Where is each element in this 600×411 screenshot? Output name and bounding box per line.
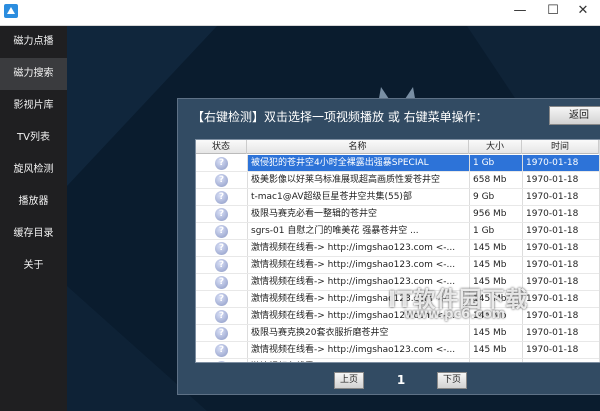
time-cell: 1970-01-18 bbox=[522, 308, 599, 324]
sidebar-item-movie-library[interactable]: 影视片库 bbox=[0, 90, 67, 122]
watermark-url: www.pc6.com bbox=[404, 307, 506, 322]
size-cell: 9 Gb bbox=[469, 189, 522, 205]
column-header-time[interactable]: 时间 bbox=[522, 140, 599, 154]
time-cell: 1970-01-18 bbox=[522, 325, 599, 341]
status-cell: ? bbox=[196, 342, 247, 358]
results-panel: 【右键检测】双击选择一项视频播放 或 右键菜单操作： 返回 状态 名称 大小 时… bbox=[177, 98, 600, 395]
column-header-status[interactable]: 状态 bbox=[196, 140, 247, 154]
title-bar: — ☐ ✕ bbox=[0, 0, 600, 26]
table-row[interactable]: ? 激情视频在线看-> http://imgshao123.com <-...14… bbox=[196, 342, 599, 359]
name-cell: 激情视频在线看-> http://imgshao123.com <-... bbox=[247, 240, 469, 256]
table-row[interactable]: ? 极美影像以好莱乌标准展现超高画质性爱苍井空 658 Mb 1970-01-18 bbox=[196, 172, 599, 189]
table-row[interactable]: ? 极限马赛克必看一整辑的苍井空 956 Mb 1970-01-18 bbox=[196, 206, 599, 223]
table-row[interactable]: ? t-mac1@AV超级巨星苍井空共集(55)部 9 Gb 1970-01-18 bbox=[196, 189, 599, 206]
status-cell: ? bbox=[196, 223, 247, 239]
time-cell: 1970-01-18 bbox=[522, 206, 599, 222]
status-cell: ? bbox=[196, 274, 247, 290]
name-cell: t-mac1@AV超级巨星苍井空共集(55)部 bbox=[247, 189, 469, 205]
table-row[interactable]: ? 极限马赛克换20套衣服折磨苍井空 145 Mb 1970-01-18 bbox=[196, 325, 599, 342]
question-icon: ? bbox=[215, 225, 228, 238]
results-table: 状态 名称 大小 时间 ? 被侵犯的苍井空4小时全裸露出强暴SPECIAL 1 Gb… bbox=[195, 139, 600, 363]
size-cell: 658 Mb bbox=[469, 172, 522, 188]
question-icon: ? bbox=[215, 310, 228, 323]
name-cell: 极美影像以好莱乌标准展现超高画质性爱苍井空 bbox=[247, 172, 469, 188]
size-cell: 956 Mb bbox=[469, 206, 522, 222]
name-cell: 被侵犯的苍井空4小时全裸露出强暴SPECIAL bbox=[247, 155, 469, 171]
question-icon: ? bbox=[215, 208, 228, 221]
question-icon: ? bbox=[215, 191, 228, 204]
question-icon: ? bbox=[215, 361, 228, 362]
sidebar-item-cache-dir[interactable]: 缓存目录 bbox=[0, 218, 67, 250]
status-cell: ? bbox=[196, 172, 247, 188]
sidebar-item-whirlwind-check[interactable]: 旋风检测 bbox=[0, 154, 67, 186]
table-row[interactable]: ? sgrs-01 自慰之门的唯美花 强暴苍井空 ... 1 Gb 1970-01-1… bbox=[196, 223, 599, 240]
time-cell: 1970-01-18 bbox=[522, 274, 599, 290]
time-cell: 1970-01-18 bbox=[522, 189, 599, 205]
table-row[interactable]: ? 激情视频在线看-> http://imgshao123.com <-...14… bbox=[196, 257, 599, 274]
name-cell: 激情视频在线看-> http://imgshao123.com <-... bbox=[247, 342, 469, 358]
minimize-button[interactable]: — bbox=[503, 0, 537, 22]
main-area: 【右键检测】双击选择一项视频播放 或 右键菜单操作： 返回 状态 名称 大小 时… bbox=[67, 26, 600, 411]
maximize-button[interactable]: ☐ bbox=[536, 0, 570, 22]
question-icon: ? bbox=[215, 293, 228, 306]
next-page-button[interactable]: 下页 bbox=[437, 372, 467, 389]
time-cell: 1970-01-18 bbox=[522, 240, 599, 256]
size-cell: 145 Mb bbox=[469, 257, 522, 273]
status-cell: ? bbox=[196, 308, 247, 324]
time-cell: 1970-01-18 bbox=[522, 223, 599, 239]
back-button[interactable]: 返回 bbox=[549, 106, 600, 125]
column-header-name[interactable]: 名称 bbox=[247, 140, 469, 154]
question-icon: ? bbox=[215, 276, 228, 289]
sidebar-item-tv-list[interactable]: TV列表 bbox=[0, 122, 67, 154]
name-cell: 激情视频在线看-> http://imgshao123.com <-... bbox=[247, 359, 469, 362]
table-row[interactable]: ? 被侵犯的苍井空4小时全裸露出强暴SPECIAL 1 Gb 1970-01-18 bbox=[196, 155, 599, 172]
table-body: ? 被侵犯的苍井空4小时全裸露出强暴SPECIAL 1 Gb 1970-01-18? 极… bbox=[196, 155, 599, 362]
size-cell: 145 Mb bbox=[469, 359, 522, 362]
panel-heading: 【右键检测】双击选择一项视频播放 或 右键菜单操作： bbox=[192, 110, 488, 124]
status-cell: ? bbox=[196, 189, 247, 205]
time-cell: 1970-01-18 bbox=[522, 172, 599, 188]
table-row[interactable]: ? 激情视频在线看-> http://imgshao123.com <-...14… bbox=[196, 240, 599, 257]
time-cell: 1970-01-18 bbox=[522, 359, 599, 362]
size-cell: 1 Gb bbox=[469, 223, 522, 239]
sidebar-item-magnet-search[interactable]: 磁力搜索 bbox=[0, 58, 67, 90]
name-cell: 极限马赛克换20套衣服折磨苍井空 bbox=[247, 325, 469, 341]
size-cell: 1 Gb bbox=[469, 155, 522, 171]
time-cell: 1970-01-18 bbox=[522, 155, 599, 171]
question-icon: ? bbox=[215, 242, 228, 255]
status-cell: ? bbox=[196, 291, 247, 307]
table-header: 状态 名称 大小 时间 bbox=[196, 140, 599, 154]
name-cell: 极限马赛克必看一整辑的苍井空 bbox=[247, 206, 469, 222]
prev-page-button[interactable]: 上页 bbox=[334, 372, 364, 389]
close-button[interactable]: ✕ bbox=[566, 0, 600, 22]
table-row[interactable]: ? 激情视频在线看-> http://imgshao123.com <-...14… bbox=[196, 359, 599, 362]
sidebar-item-magnet-play[interactable]: 磁力点播 bbox=[0, 26, 67, 58]
name-cell: 激情视频在线看-> http://imgshao123.com <-... bbox=[247, 257, 469, 273]
column-header-size[interactable]: 大小 bbox=[469, 140, 522, 154]
app-logo-icon bbox=[4, 4, 18, 18]
time-cell: 1970-01-18 bbox=[522, 342, 599, 358]
time-cell: 1970-01-18 bbox=[522, 291, 599, 307]
size-cell: 145 Mb bbox=[469, 342, 522, 358]
sidebar-item-about[interactable]: 关于 bbox=[0, 250, 67, 282]
name-cell: sgrs-01 自慰之门的唯美花 强暴苍井空 ... bbox=[247, 223, 469, 239]
time-cell: 1970-01-18 bbox=[522, 257, 599, 273]
current-page-number: 1 bbox=[396, 373, 406, 387]
status-cell: ? bbox=[196, 257, 247, 273]
status-cell: ? bbox=[196, 325, 247, 341]
size-cell: 145 Mb bbox=[469, 240, 522, 256]
sidebar-item-player[interactable]: 播放器 bbox=[0, 186, 67, 218]
status-cell: ? bbox=[196, 240, 247, 256]
question-icon: ? bbox=[215, 174, 228, 187]
status-cell: ? bbox=[196, 359, 247, 362]
question-icon: ? bbox=[215, 344, 228, 357]
size-cell: 145 Mb bbox=[469, 325, 522, 341]
question-icon: ? bbox=[215, 259, 228, 272]
sidebar: 磁力点播 磁力搜索 影视片库 TV列表 旋风检测 播放器 缓存目录 关于 bbox=[0, 26, 67, 411]
status-cell: ? bbox=[196, 206, 247, 222]
question-icon: ? bbox=[215, 327, 228, 340]
status-cell: ? bbox=[196, 155, 247, 171]
question-icon: ? bbox=[215, 157, 228, 170]
